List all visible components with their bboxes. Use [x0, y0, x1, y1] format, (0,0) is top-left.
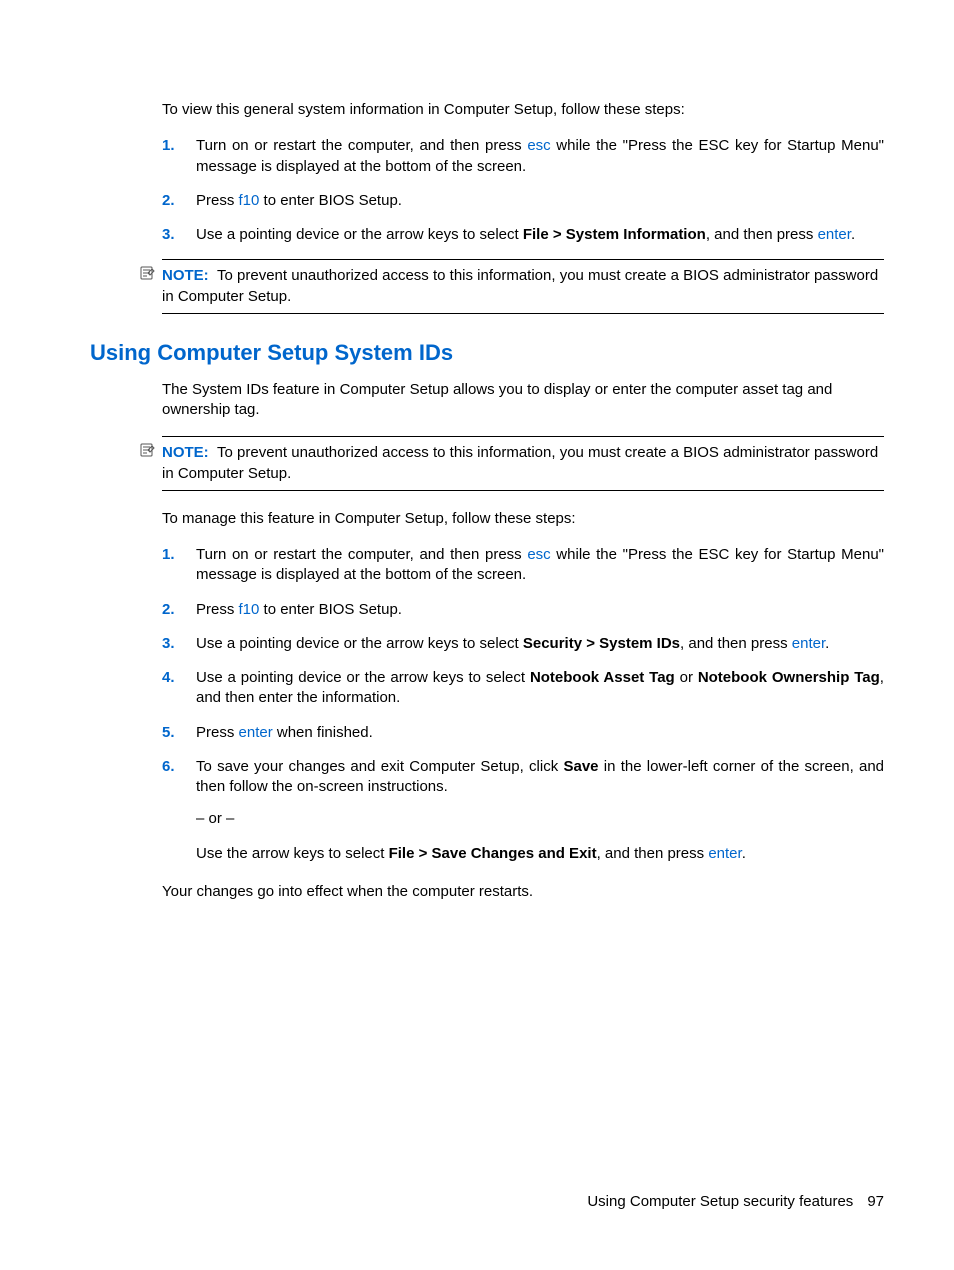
list-number: 3.: [162, 634, 196, 654]
list-text: Use a pointing device or the arrow keys …: [196, 225, 884, 245]
note-label: NOTE:: [162, 444, 209, 461]
list-text: Press f10 to enter BIOS Setup.: [196, 600, 884, 620]
list-number: 2.: [162, 600, 196, 620]
footer-text: Using Computer Setup security features: [587, 1193, 853, 1210]
list-number: 3.: [162, 225, 196, 245]
list-text: Use a pointing device or the arrow keys …: [196, 668, 884, 709]
key-f10: f10: [239, 601, 260, 618]
or-separator: – or –: [196, 809, 884, 829]
list-item: 1. Turn on or restart the computer, and …: [162, 545, 884, 586]
list-item: 3. Use a pointing device or the arrow ke…: [162, 225, 884, 245]
note-label: NOTE:: [162, 267, 209, 284]
menu-path: File > System Information: [523, 226, 706, 243]
note-block: NOTE: To prevent unauthorized access to …: [162, 436, 884, 491]
closing-paragraph: Your changes go into effect when the com…: [162, 882, 884, 902]
page-footer: Using Computer Setup security features 97: [587, 1193, 884, 1210]
key-f10: f10: [239, 192, 260, 209]
list-number: 5.: [162, 723, 196, 743]
document-page: To view this general system information …: [0, 0, 954, 1270]
button-name: Save: [563, 758, 598, 775]
list-text: Use a pointing device or the arrow keys …: [196, 634, 884, 654]
menu-path: Notebook Asset Tag: [530, 669, 675, 686]
paragraph: To manage this feature in Computer Setup…: [162, 509, 884, 529]
list-item: 6. To save your changes and exit Compute…: [162, 757, 884, 864]
key-esc: esc: [527, 546, 550, 563]
list-item: 1. Turn on or restart the computer, and …: [162, 136, 884, 177]
list-item: 4. Use a pointing device or the arrow ke…: [162, 668, 884, 709]
key-enter: enter: [239, 724, 273, 741]
list-text: Press f10 to enter BIOS Setup.: [196, 191, 884, 211]
list-item: 3. Use a pointing device or the arrow ke…: [162, 634, 884, 654]
list-number: 1.: [162, 136, 196, 177]
note-text: To prevent unauthorized access to this i…: [162, 267, 878, 304]
note-icon: [140, 442, 156, 458]
note-icon: [140, 265, 156, 281]
key-enter: enter: [708, 845, 741, 862]
note-block: NOTE: To prevent unauthorized access to …: [162, 259, 884, 314]
section-heading: Using Computer Setup System IDs: [90, 340, 884, 366]
list-item: 2. Press f10 to enter BIOS Setup.: [162, 600, 884, 620]
menu-path: Notebook Ownership Tag: [698, 669, 880, 686]
list-number: 6.: [162, 757, 196, 864]
paragraph: The System IDs feature in Computer Setup…: [162, 380, 884, 421]
intro-paragraph: To view this general system information …: [162, 100, 884, 120]
list-text: Turn on or restart the computer, and the…: [196, 545, 884, 586]
list-text: To save your changes and exit Computer S…: [196, 757, 884, 864]
list-text: Press enter when finished.: [196, 723, 884, 743]
page-number: 97: [867, 1193, 884, 1210]
list-number: 4.: [162, 668, 196, 709]
note-text: To prevent unauthorized access to this i…: [162, 444, 878, 481]
list-number: 2.: [162, 191, 196, 211]
list-item: 2. Press f10 to enter BIOS Setup.: [162, 191, 884, 211]
menu-path: Security > System IDs: [523, 635, 680, 652]
list-number: 1.: [162, 545, 196, 586]
list-item: 5. Press enter when finished.: [162, 723, 884, 743]
menu-path: File > Save Changes and Exit: [389, 845, 597, 862]
list-text: Turn on or restart the computer, and the…: [196, 136, 884, 177]
key-enter: enter: [792, 635, 825, 652]
key-esc: esc: [527, 137, 550, 154]
key-enter: enter: [818, 226, 851, 243]
